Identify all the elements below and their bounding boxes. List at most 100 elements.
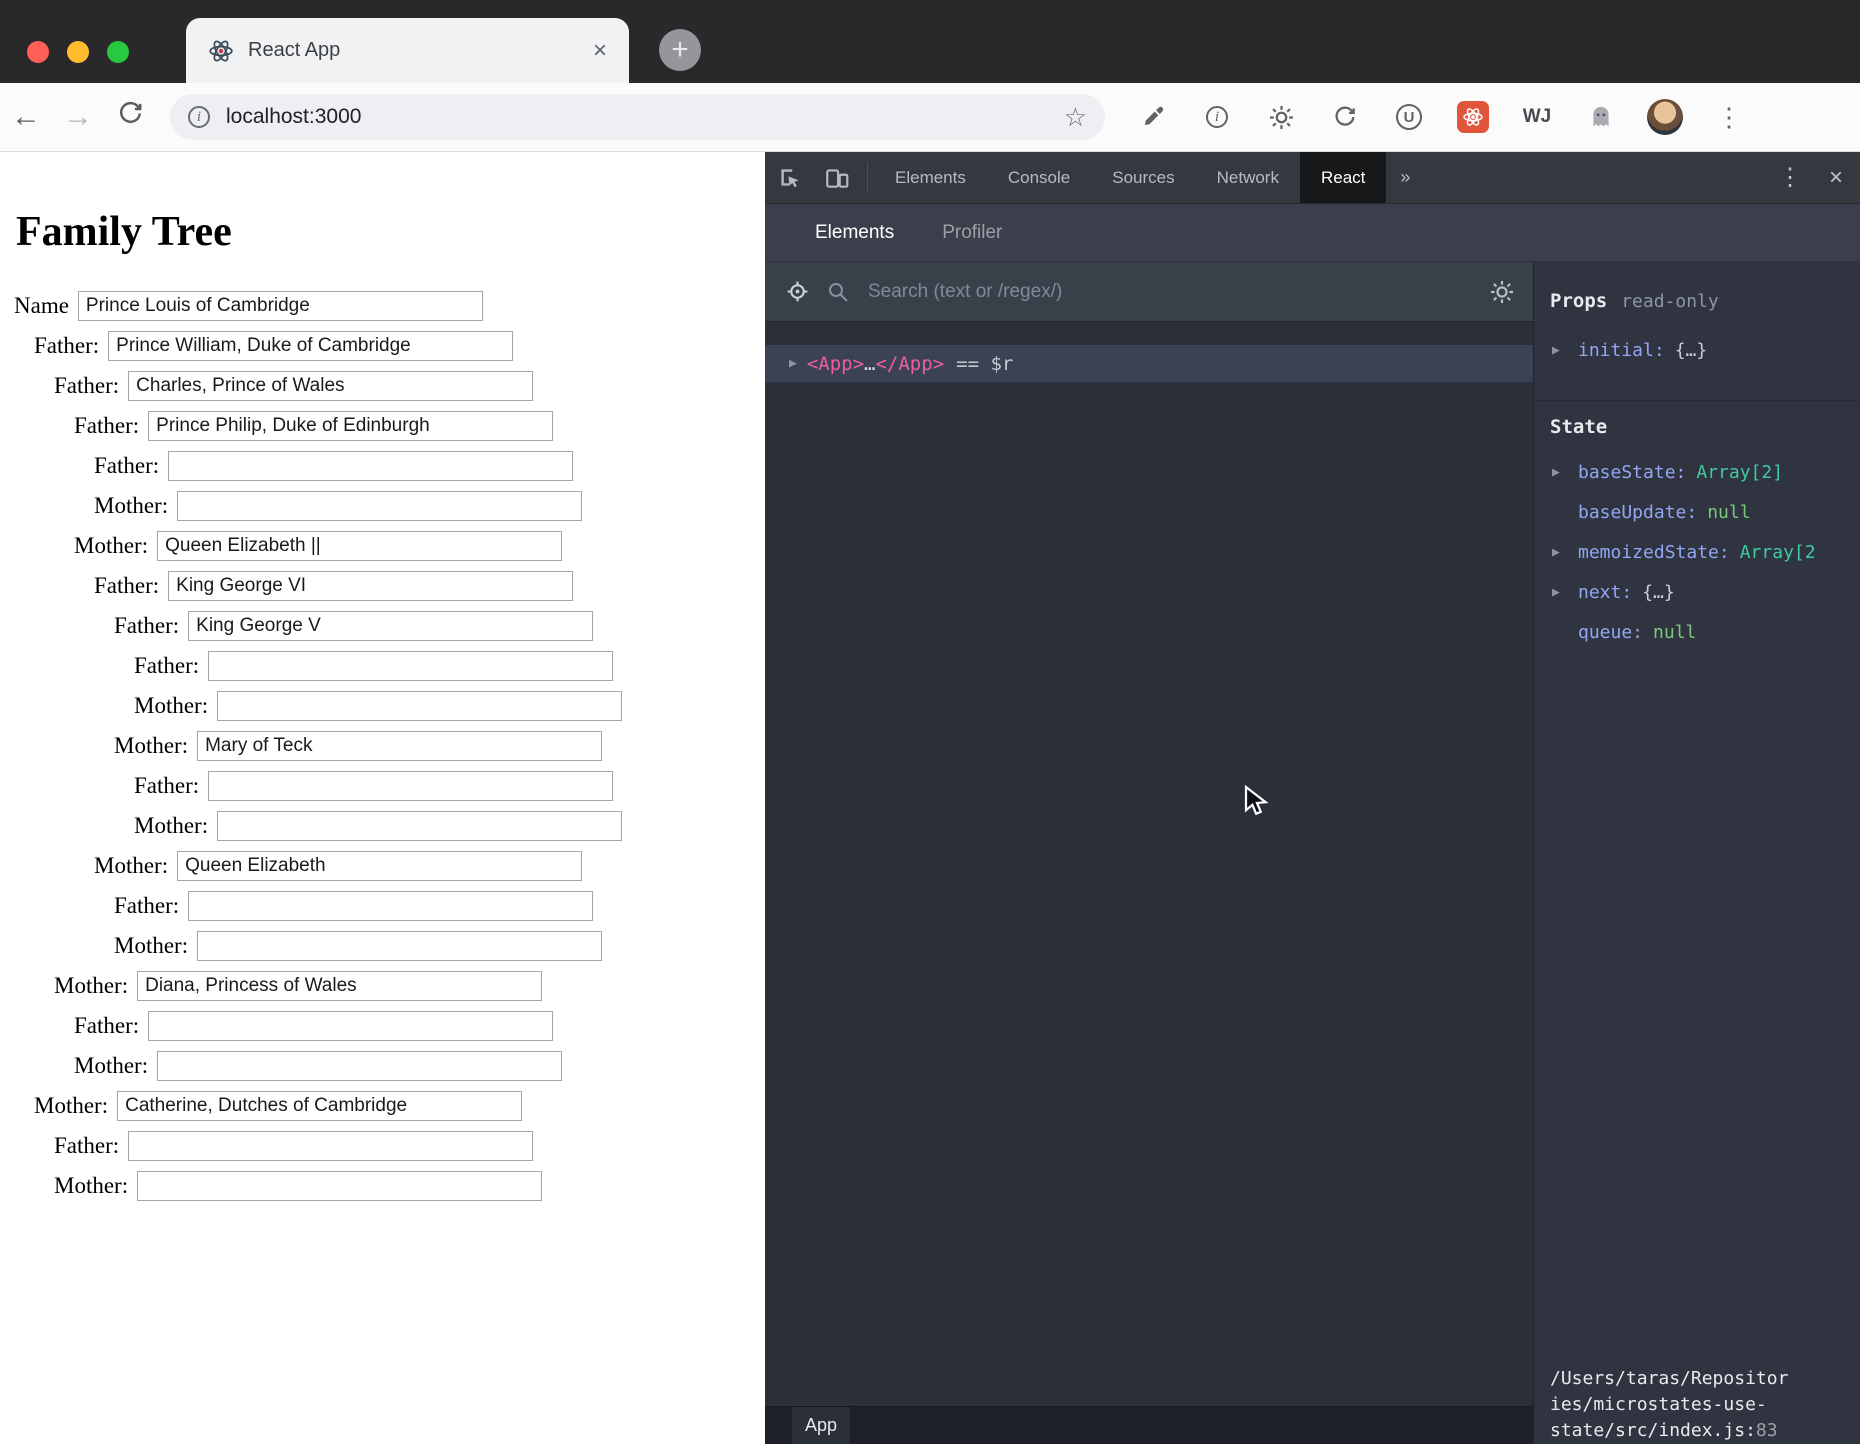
person-input[interactable] (108, 331, 513, 361)
component-search-input[interactable] (866, 280, 1489, 304)
new-tab-button[interactable]: + (659, 29, 701, 71)
source-line-number: 83 (1756, 1420, 1778, 1441)
state-value: {…} (1642, 582, 1675, 603)
app-open-tag: <App> (807, 353, 864, 375)
state-row[interactable]: ▶ queue: null (1534, 612, 1860, 652)
sync-extension-icon[interactable] (1327, 99, 1363, 135)
person-input[interactable] (78, 291, 483, 321)
tab-close-icon[interactable]: × (593, 39, 607, 63)
state-row[interactable]: ▶ next: {…} (1534, 572, 1860, 612)
prop-key: initial: (1578, 340, 1665, 361)
expand-triangle-icon[interactable]: ▶ (1552, 545, 1560, 560)
person-input[interactable] (208, 651, 613, 681)
person-input[interactable] (148, 1011, 553, 1041)
person-input[interactable] (188, 611, 593, 641)
state-row[interactable]: ▶ baseUpdate: null (1534, 492, 1860, 532)
devtools-tab-react[interactable]: React (1300, 152, 1386, 203)
source-path[interactable]: /Users/taras/Repositor ies/microstates-u… (1550, 1366, 1850, 1444)
prop-row-initial[interactable]: ▶ initial: {…} (1534, 336, 1860, 364)
person-label: Mother: (74, 1053, 148, 1079)
person-row: Mother: (0, 846, 765, 886)
react-tab-profiler[interactable]: Profiler (918, 204, 1026, 261)
person-label: Father: (134, 773, 199, 799)
person-input[interactable] (157, 531, 562, 561)
devtools-menu-icon[interactable]: ⋮ (1768, 152, 1812, 203)
expand-triangle-icon[interactable]: ▶ (1552, 585, 1560, 600)
url-text[interactable]: localhost:3000 (226, 105, 1064, 129)
person-input[interactable] (137, 971, 542, 1001)
person-label: Mother: (34, 1093, 108, 1119)
devtools-tab-elements[interactable]: Elements (874, 152, 987, 203)
console-reference-text: == $r (956, 353, 1013, 375)
person-input[interactable] (128, 371, 533, 401)
ghost-extension-icon[interactable] (1583, 99, 1619, 135)
react-devtools-extension-icon[interactable] (1455, 99, 1491, 135)
profile-avatar[interactable] (1647, 99, 1683, 135)
chrome-menu-icon[interactable]: ⋮ (1711, 99, 1747, 135)
devtools-tab-sources[interactable]: Sources (1091, 152, 1195, 203)
person-input[interactable] (217, 811, 622, 841)
forward-button[interactable]: → (52, 100, 104, 134)
person-input[interactable] (188, 891, 593, 921)
person-row: Father: (0, 326, 765, 366)
person-input[interactable] (137, 1171, 542, 1201)
info-extension-icon[interactable]: i (1199, 99, 1235, 135)
site-info-icon[interactable]: i (188, 106, 210, 128)
person-input[interactable] (217, 691, 622, 721)
breadcrumb-app-tab[interactable]: App (792, 1407, 850, 1444)
person-label: Mother: (54, 1173, 128, 1199)
state-key: baseState: (1578, 462, 1686, 483)
person-input[interactable] (197, 731, 602, 761)
person-label: Mother: (54, 973, 128, 999)
more-tabs-chevron-icon[interactable]: » (1386, 152, 1424, 203)
state-row[interactable]: ▶ baseState: Array[2] (1534, 452, 1860, 492)
toolbar-divider (867, 162, 868, 193)
person-row: Mother: (0, 926, 765, 966)
state-row[interactable]: ▶ memoizedState: Array[2 (1534, 532, 1860, 572)
person-input[interactable] (177, 851, 582, 881)
person-input[interactable] (197, 931, 602, 961)
person-input[interactable] (157, 1051, 562, 1081)
wj-extension-icon[interactable]: WJ (1519, 99, 1555, 135)
inspect-element-icon[interactable] (765, 152, 813, 203)
devtools-close-icon[interactable]: × (1812, 152, 1860, 203)
person-input[interactable] (208, 771, 613, 801)
person-row: Father: (0, 406, 765, 446)
person-input[interactable] (117, 1091, 522, 1121)
person-label: Father: (54, 373, 119, 399)
person-input[interactable] (148, 411, 553, 441)
component-tree-row-app[interactable]: ▶ <App>…</App> == $r (765, 345, 1533, 382)
close-window-button[interactable] (27, 41, 49, 63)
eyedropper-extension-icon[interactable] (1135, 99, 1171, 135)
react-tab-elements[interactable]: Elements (791, 204, 918, 261)
address-bar[interactable]: i localhost:3000 ☆ (170, 94, 1105, 140)
person-row: Father: (0, 646, 765, 686)
gear-extension-icon[interactable] (1263, 99, 1299, 135)
person-input[interactable] (168, 571, 573, 601)
back-button[interactable]: ← (0, 100, 52, 134)
person-input[interactable] (168, 451, 573, 481)
devtools-tab-network[interactable]: Network (1196, 152, 1300, 203)
person-input[interactable] (177, 491, 582, 521)
person-label: Father: (54, 1133, 119, 1159)
family-form: Name Father: Father: Father: Father: Mot… (0, 286, 765, 1206)
u-extension-icon[interactable]: U (1391, 99, 1427, 135)
expand-triangle-icon[interactable]: ▶ (1552, 465, 1560, 480)
reload-button[interactable] (104, 100, 156, 135)
devtools-toolbar: Elements Console Sources Network React »… (765, 152, 1860, 204)
minimize-window-button[interactable] (67, 41, 89, 63)
person-row: Mother: (0, 726, 765, 766)
device-toolbar-icon[interactable] (813, 152, 861, 203)
expand-triangle-icon[interactable]: ▶ (789, 356, 797, 371)
person-row: Father: (0, 1006, 765, 1046)
browser-tab[interactable]: React App × (186, 18, 629, 83)
fullscreen-window-button[interactable] (107, 41, 129, 63)
browser-tab-strip: React App × + (0, 0, 1860, 83)
react-settings-gear-icon[interactable] (1489, 279, 1515, 305)
devtools-tab-console[interactable]: Console (987, 152, 1091, 203)
expand-triangle-icon[interactable]: ▶ (1552, 343, 1560, 358)
bookmark-star-icon[interactable]: ☆ (1064, 102, 1087, 133)
select-component-icon[interactable] (785, 279, 810, 304)
person-input[interactable] (128, 1131, 533, 1161)
person-label: Mother: (114, 933, 188, 959)
